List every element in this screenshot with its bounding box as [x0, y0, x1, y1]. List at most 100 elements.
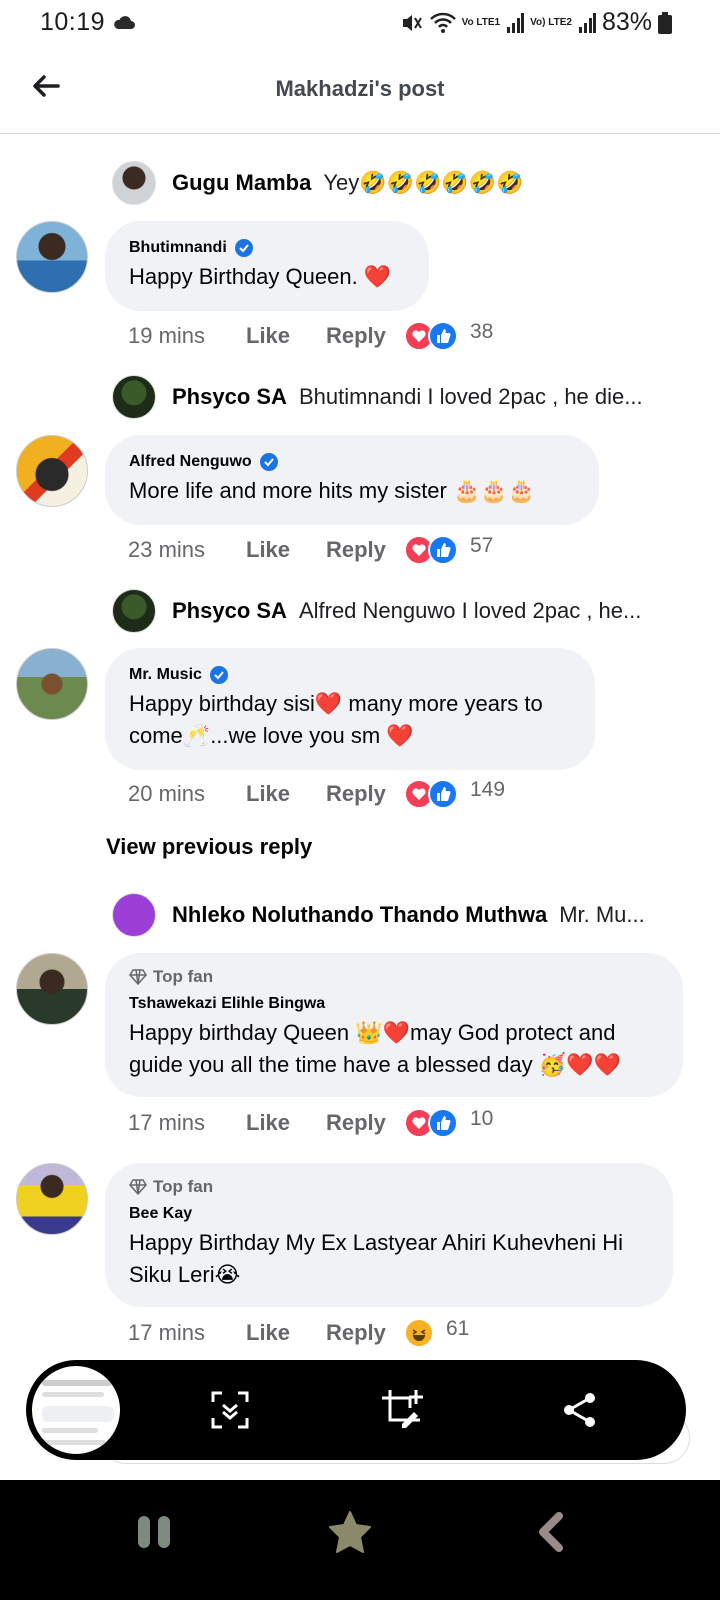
battery-icon: [658, 11, 672, 34]
comment-time[interactable]: 17 mins: [128, 1320, 246, 1346]
reply-author[interactable]: Phsyco SA: [172, 598, 287, 624]
top-fan-label: Top fan: [153, 967, 214, 986]
verified-badge-icon: [234, 239, 253, 257]
share-icon: [564, 1393, 595, 1427]
comment-author-name[interactable]: Bee Kay: [129, 1205, 192, 1223]
comment-bubble[interactable]: Alfred Nenguwo More life and more hits m…: [105, 435, 599, 525]
comment-time[interactable]: 19 mins: [128, 323, 246, 349]
page-title: Makhadzi's post: [275, 76, 445, 101]
crop-edit-button[interactable]: [378, 1386, 426, 1434]
signal-icon-1: [507, 12, 525, 33]
avatar[interactable]: [16, 435, 88, 507]
like-button[interactable]: Like: [246, 323, 326, 349]
reply-button[interactable]: Reply: [326, 781, 404, 807]
reply-preview[interactable]: Nhleko Noluthando Thando Muthwa Mr. Mu..…: [112, 891, 672, 939]
reply-button[interactable]: Reply: [326, 537, 404, 563]
avatar[interactable]: [16, 953, 88, 1025]
scroll-capture-button[interactable]: [206, 1386, 254, 1434]
avatar[interactable]: [16, 648, 88, 720]
comment-actions: 23 mins Like Reply 57: [128, 530, 493, 570]
back-icon: [539, 1512, 563, 1552]
lte2-label: Vo) LTE2: [530, 16, 572, 28]
haha-reaction-icon: [404, 1318, 434, 1348]
recent-apps-icon: [138, 1516, 170, 1548]
like-button[interactable]: Like: [246, 1110, 326, 1136]
reply-preview[interactable]: Phsyco SA Alfred Nenguwo I loved 2pac , …: [112, 587, 672, 635]
comment-time[interactable]: 17 mins: [128, 1110, 246, 1136]
comment-author-name[interactable]: Tshawekazi Elihle Bingwa: [129, 995, 325, 1013]
comment-actions: 20 mins Like Reply 149: [128, 774, 505, 814]
like-reaction-icon: [428, 1108, 458, 1138]
comment-actions: 17 mins Like Reply 10: [128, 1103, 493, 1143]
reaction-summary[interactable]: 149: [404, 778, 505, 809]
reaction-summary[interactable]: 61: [404, 1317, 470, 1348]
comment-bubble[interactable]: Top fan Bee Kay Happy Birthday My Ex Las…: [105, 1163, 673, 1307]
reply-preview[interactable]: Gugu Mamba Yey🤣🤣🤣🤣🤣🤣: [112, 159, 672, 207]
reaction-count: 38: [470, 320, 494, 343]
comment-text: Happy birthday sisi❤️ many more years to…: [129, 691, 543, 748]
top-fan-badge: Top fan: [129, 967, 659, 987]
status-icons: Vo LTE1 Vo) LTE2 83%: [400, 8, 672, 37]
home-star-icon: [329, 1511, 371, 1553]
comment-text: Happy Birthday Queen. ❤️: [129, 264, 392, 289]
battery-percent: 83%: [601, 8, 652, 36]
status-bar: 10:19 Vo LTE1 Vo) LTE2 83%: [0, 0, 720, 44]
avatar[interactable]: [112, 589, 156, 633]
reply-button[interactable]: Reply: [326, 1320, 404, 1346]
like-reaction-icon: [428, 535, 458, 565]
reply-preview[interactable]: Phsyco SA Bhutimnandi I loved 2pac , he …: [112, 373, 672, 421]
comment-bubble[interactable]: Mr. Music Happy birthday sisi❤️ many mor…: [105, 648, 595, 770]
comment-author[interactable]: Alfred Nenguwo: [129, 453, 575, 471]
reaction-count: 10: [470, 1107, 494, 1130]
comment-author-name[interactable]: Bhutimnandi: [129, 239, 227, 257]
comment-author[interactable]: Bee Kay: [129, 1205, 649, 1223]
avatar[interactable]: [112, 375, 156, 419]
wifi-icon: [429, 12, 456, 33]
view-previous-reply-link[interactable]: View previous reply: [106, 834, 312, 860]
back-nav-button[interactable]: [520, 1502, 580, 1562]
reaction-count: 61: [446, 1317, 470, 1340]
comment-actions: 19 mins Like Reply 38: [128, 316, 493, 356]
comment-author-name[interactable]: Alfred Nenguwo: [129, 453, 252, 471]
avatar[interactable]: [16, 221, 88, 293]
comment-text: Happy Birthday My Ex Lastyear Ahiri Kuhe…: [129, 1230, 624, 1287]
scroll-capture-icon: [211, 1391, 249, 1429]
comment-author[interactable]: Mr. Music: [129, 666, 571, 684]
like-button[interactable]: Like: [246, 537, 326, 563]
cloud-icon: [114, 16, 135, 29]
like-button[interactable]: Like: [246, 1320, 326, 1346]
comment-time[interactable]: 20 mins: [128, 781, 246, 807]
top-fan-badge: Top fan: [129, 1177, 649, 1197]
like-reaction-icon: [428, 779, 458, 809]
like-reaction-icon: [428, 321, 458, 351]
reply-text: Mr. Mu...: [559, 902, 645, 927]
reply-author[interactable]: Phsyco SA: [172, 384, 287, 410]
reply-author[interactable]: Nhleko Noluthando Thando Muthwa: [172, 902, 547, 928]
reply-button[interactable]: Reply: [326, 323, 404, 349]
verified-badge-icon: [209, 666, 228, 684]
mute-icon: [402, 14, 422, 31]
reaction-summary[interactable]: 57: [404, 534, 493, 565]
reaction-summary[interactable]: 10: [404, 1107, 494, 1138]
home-button[interactable]: [320, 1502, 380, 1562]
screenshot-thumbnail[interactable]: [28, 1362, 124, 1458]
recent-apps-button[interactable]: [124, 1502, 184, 1562]
reply-text: Bhutimnandi I loved 2pac , he die...: [298, 384, 643, 409]
comment-author-name[interactable]: Mr. Music: [129, 666, 202, 684]
avatar[interactable]: [16, 1163, 88, 1235]
reply-text: Alfred Nenguwo I loved 2pac , he...: [298, 598, 642, 623]
reply-author[interactable]: Gugu Mamba: [172, 170, 311, 196]
reply-button[interactable]: Reply: [326, 1110, 404, 1136]
comment-bubble[interactable]: Top fan Tshawekazi Elihle Bingwa Happy b…: [105, 953, 683, 1097]
avatar[interactable]: [112, 161, 156, 205]
share-button[interactable]: [556, 1386, 604, 1434]
comment-author[interactable]: Tshawekazi Elihle Bingwa: [129, 995, 659, 1013]
like-button[interactable]: Like: [246, 781, 326, 807]
avatar[interactable]: [112, 893, 156, 937]
comment-time[interactable]: 23 mins: [128, 537, 246, 563]
reaction-summary[interactable]: 38: [404, 320, 494, 351]
comment-actions: 17 mins Like Reply 61: [128, 1313, 469, 1353]
comment-bubble[interactable]: Bhutimnandi Happy Birthday Queen. ❤️: [105, 221, 429, 311]
comment-author[interactable]: Bhutimnandi: [129, 239, 405, 257]
lte1-label: Vo LTE1: [461, 16, 501, 28]
